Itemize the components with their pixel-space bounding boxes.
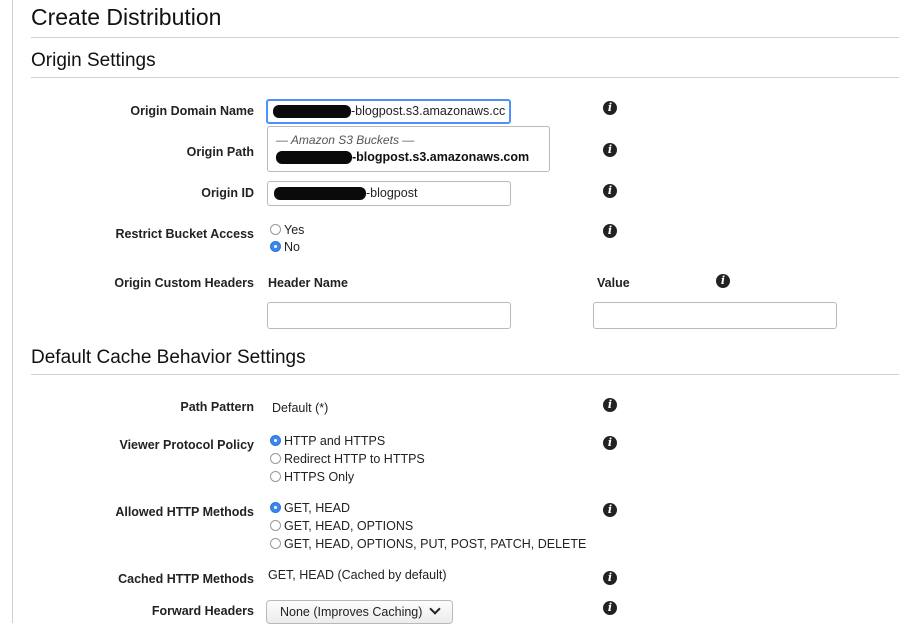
info-icon[interactable]: i bbox=[603, 398, 617, 412]
forward-headers-label: Forward Headers bbox=[151, 604, 254, 618]
header-name-input[interactable] bbox=[267, 302, 511, 329]
header-name-column-heading: Header Name bbox=[268, 276, 348, 290]
origin-domain-dropdown[interactable]: — Amazon S3 Buckets — -blogpost.s3.amazo… bbox=[267, 126, 550, 172]
info-icon[interactable]: i bbox=[603, 601, 617, 615]
dropdown-group-label: — Amazon S3 Buckets — bbox=[276, 133, 415, 147]
info-icon[interactable]: i bbox=[603, 101, 617, 115]
radio-button[interactable] bbox=[270, 520, 281, 531]
origin-path-label: Origin Path bbox=[186, 145, 254, 159]
cache-behavior-heading: Default Cache Behavior Settings bbox=[31, 347, 306, 368]
info-icon[interactable]: i bbox=[603, 571, 617, 585]
info-icon[interactable]: i bbox=[603, 436, 617, 450]
origin-id-label: Origin ID bbox=[201, 186, 254, 200]
radio-button-selected[interactable] bbox=[270, 241, 281, 252]
viewer-protocol-option-http-https[interactable]: HTTP and HTTPS bbox=[270, 433, 385, 449]
origin-domain-name-label: Origin Domain Name bbox=[130, 104, 254, 118]
viewer-protocol-option-https-only[interactable]: HTTPS Only bbox=[270, 469, 354, 485]
allowed-methods-option-all[interactable]: GET, HEAD, OPTIONS, PUT, POST, PATCH, DE… bbox=[270, 536, 586, 552]
restrict-access-option-yes[interactable]: Yes bbox=[270, 222, 304, 238]
restrict-access-option-no[interactable]: No bbox=[270, 239, 300, 255]
restrict-bucket-access-label: Restrict Bucket Access bbox=[115, 227, 255, 241]
origin-settings-divider bbox=[31, 77, 899, 78]
info-icon[interactable]: i bbox=[603, 143, 617, 157]
forward-headers-select[interactable]: None (Improves Caching) bbox=[266, 600, 453, 624]
origin-id-input[interactable]: -blogpost bbox=[267, 181, 511, 206]
allowed-methods-option-get-head-options[interactable]: GET, HEAD, OPTIONS bbox=[270, 518, 413, 534]
cached-http-methods-label: Cached HTTP Methods bbox=[118, 572, 254, 586]
origin-settings-heading: Origin Settings bbox=[31, 50, 156, 71]
redacted-text bbox=[273, 105, 351, 119]
info-icon[interactable]: i bbox=[716, 274, 730, 288]
redacted-text bbox=[276, 151, 352, 165]
title-divider bbox=[31, 37, 899, 38]
left-border bbox=[12, 0, 13, 623]
cache-behavior-divider bbox=[31, 374, 899, 375]
info-icon[interactable]: i bbox=[603, 503, 617, 517]
page-title: Create Distribution bbox=[31, 4, 222, 30]
radio-button-selected[interactable] bbox=[270, 435, 281, 446]
viewer-protocol-option-redirect[interactable]: Redirect HTTP to HTTPS bbox=[270, 451, 425, 467]
viewer-protocol-policy-label: Viewer Protocol Policy bbox=[119, 438, 254, 452]
path-pattern-value: Default (*) bbox=[272, 401, 329, 415]
info-icon[interactable]: i bbox=[603, 224, 617, 238]
allowed-methods-option-get-head[interactable]: GET, HEAD bbox=[270, 500, 350, 516]
path-pattern-label: Path Pattern bbox=[180, 400, 254, 414]
origin-domain-name-input[interactable]: -blogpost.s3.amazonaws.cc bbox=[266, 99, 511, 124]
radio-button[interactable] bbox=[270, 471, 281, 482]
origin-custom-headers-label: Origin Custom Headers bbox=[114, 276, 254, 290]
radio-button[interactable] bbox=[270, 453, 281, 464]
dropdown-option[interactable]: -blogpost.s3.amazonaws.com bbox=[276, 150, 529, 165]
info-icon[interactable]: i bbox=[603, 184, 617, 198]
chevron-down-icon bbox=[429, 603, 441, 615]
header-value-input[interactable] bbox=[593, 302, 837, 329]
allowed-http-methods-label: Allowed HTTP Methods bbox=[115, 505, 254, 519]
radio-button[interactable] bbox=[270, 224, 281, 235]
radio-button[interactable] bbox=[270, 538, 281, 549]
cached-http-methods-value: GET, HEAD (Cached by default) bbox=[268, 568, 447, 582]
value-column-heading: Value bbox=[597, 276, 630, 290]
redacted-text bbox=[274, 187, 366, 201]
radio-button-selected[interactable] bbox=[270, 502, 281, 513]
